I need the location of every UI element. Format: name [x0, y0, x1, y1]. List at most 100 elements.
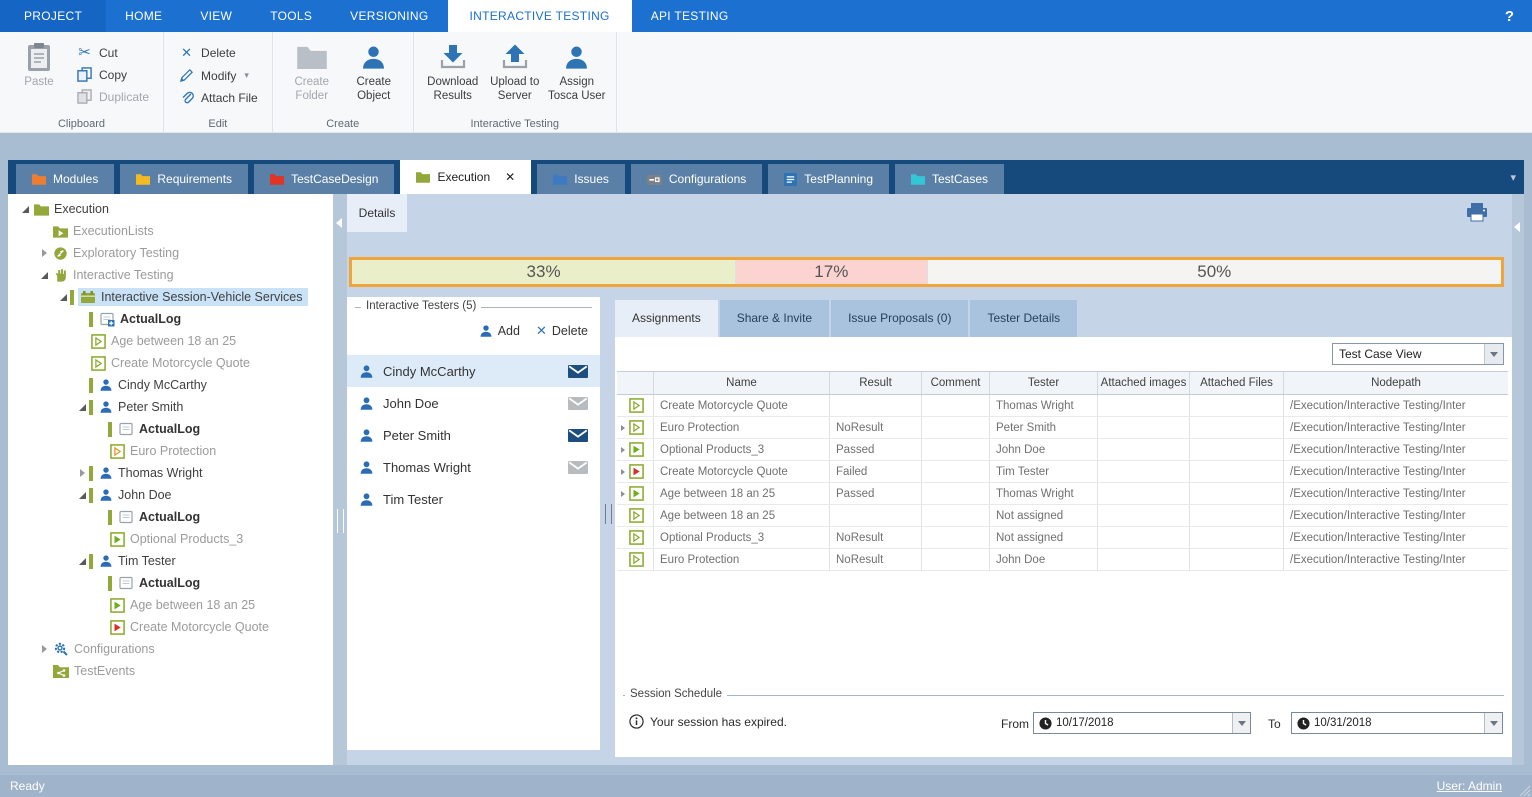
tree-item-john-doe[interactable]: John Doe — [8, 484, 333, 506]
tree-item-create-motorcycle-quote[interactable]: Create Motorcycle Quote — [8, 352, 333, 374]
tree-item-testevents[interactable]: TestEvents — [8, 660, 333, 682]
tab-execution[interactable]: Execution✕ — [400, 160, 531, 194]
from-dropdown-arrow[interactable] — [1232, 713, 1250, 733]
table-row[interactable]: Age between 18 an 25Not assigned/Executi… — [617, 505, 1508, 527]
table-row[interactable]: Euro ProtectionNoResultPeter Smith/Execu… — [617, 417, 1508, 439]
tester-item-tim-tester[interactable]: Tim Tester — [347, 483, 600, 515]
column-header-name[interactable]: Name — [654, 372, 830, 394]
resize-grip[interactable] — [1518, 784, 1530, 796]
row-expander-icon[interactable] — [617, 447, 629, 453]
table-row[interactable]: Euro ProtectionNoResultJohn Doe/Executio… — [617, 549, 1508, 571]
table-row[interactable]: Optional Products_3NoResultNot assigned/… — [617, 527, 1508, 549]
to-date-picker[interactable]: 10/31/2018 — [1291, 712, 1503, 734]
tree-item-age-between-18-an-25[interactable]: Age between 18 an 25 — [8, 594, 333, 616]
expander-open-icon[interactable] — [75, 558, 89, 565]
help-button[interactable]: ? — [1487, 0, 1532, 32]
table-row[interactable]: Optional Products_3PassedJohn Doe/Execut… — [617, 439, 1508, 461]
menu-tab-versioning[interactable]: VERSIONING — [331, 0, 447, 32]
column-header-comment[interactable]: Comment — [922, 372, 990, 394]
tree-item-optional-products-3[interactable]: Optional Products_3 — [8, 528, 333, 550]
table-row[interactable]: Age between 18 an 25PassedThomas Wright/… — [617, 483, 1508, 505]
tree-item-actuallog[interactable]: ActualLog — [8, 506, 333, 528]
expander-open-icon[interactable] — [75, 492, 89, 499]
row-expander-icon[interactable] — [617, 425, 629, 431]
tester-item-thomas-wright[interactable]: Thomas Wright — [347, 451, 600, 483]
column-header-attached-images[interactable]: Attached images — [1098, 372, 1190, 394]
add-tester-button[interactable]: Add — [479, 324, 520, 338]
collapse-left-icon[interactable] — [1514, 222, 1520, 232]
expander-open-icon[interactable] — [18, 206, 32, 213]
expander-closed-icon[interactable] — [75, 469, 89, 477]
tab-share-invite[interactable]: Share & Invite — [720, 300, 829, 337]
expander-closed-icon[interactable] — [37, 645, 51, 653]
to-dropdown-arrow[interactable] — [1484, 713, 1502, 733]
tree-item-executionlists[interactable]: ExecutionLists — [8, 220, 333, 242]
tree-item-cindy-mccarthy[interactable]: Cindy McCarthy — [8, 374, 333, 396]
column-header-tester[interactable]: Tester — [990, 372, 1098, 394]
tab-issues[interactable]: Issues — [537, 164, 625, 194]
tree-item-execution[interactable]: Execution — [8, 198, 333, 220]
view-selector-dropdown[interactable]: Test Case View — [1332, 343, 1504, 365]
download-results-button[interactable]: Download Results — [422, 37, 484, 117]
splitter-grip[interactable] — [337, 509, 344, 533]
collapse-left-icon[interactable] — [336, 218, 342, 228]
tab-tester-details[interactable]: Tester Details — [970, 300, 1077, 337]
tree-item-interactive-testing[interactable]: Interactive Testing — [8, 264, 333, 286]
menu-tab-interactive-testing[interactable]: INTERACTIVE TESTING — [448, 0, 632, 32]
tab-modules[interactable]: Modules — [16, 164, 114, 194]
tree-item-interactive-session-vehicle-services[interactable]: Interactive Session-Vehicle Services — [8, 286, 333, 308]
menu-tab-home[interactable]: HOME — [106, 0, 181, 32]
user-admin-link[interactable]: User: Admin — [1437, 779, 1502, 793]
right-collapse-strip[interactable] — [1512, 194, 1524, 765]
tree-item-actuallog[interactable]: ActualLog — [8, 308, 333, 330]
menu-tab-view[interactable]: VIEW — [181, 0, 251, 32]
tree-splitter[interactable] — [333, 194, 347, 765]
expander-open-icon[interactable] — [75, 404, 89, 411]
close-icon[interactable]: ✕ — [505, 170, 515, 184]
tree-item-actuallog[interactable]: ActualLog — [8, 572, 333, 594]
tree-item-exploratory-testing[interactable]: Exploratory Testing — [8, 242, 333, 264]
tester-item-cindy-mccarthy[interactable]: Cindy McCarthy — [347, 355, 600, 387]
delete-button[interactable]: ✕Delete — [172, 43, 264, 63]
modify-button[interactable]: Modify▾ — [172, 66, 264, 85]
expander-closed-icon[interactable] — [37, 249, 51, 257]
menu-tab-api-testing[interactable]: API TESTING — [632, 0, 748, 32]
tree-item-configurations[interactable]: Configurations — [8, 638, 333, 660]
tab-configurations[interactable]: Configurations — [631, 164, 762, 194]
print-button[interactable] — [1465, 202, 1489, 227]
table-row[interactable]: Create Motorcycle QuoteFailedTim Tester/… — [617, 461, 1508, 483]
table-row[interactable]: Create Motorcycle QuoteThomas Wright/Exe… — [617, 395, 1508, 417]
tree-item-age-between-18-an-25[interactable]: Age between 18 an 25 — [8, 330, 333, 352]
tree-item-peter-smith[interactable]: Peter Smith — [8, 396, 333, 418]
cut-button[interactable]: ✂Cut — [70, 43, 155, 62]
delete-tester-button[interactable]: ✕ Delete — [536, 323, 588, 339]
panel-splitter-grip[interactable] — [605, 504, 612, 524]
tree-item-thomas-wright[interactable]: Thomas Wright — [8, 462, 333, 484]
tree-item-euro-protection[interactable]: Euro Protection — [8, 440, 333, 462]
dropdown-arrow[interactable] — [1484, 344, 1503, 364]
row-expander-icon[interactable] — [617, 491, 629, 497]
menu-tab-tools[interactable]: TOOLS — [251, 0, 331, 32]
tab-assignments[interactable]: Assignments — [615, 300, 718, 337]
copy-button[interactable]: Copy — [70, 65, 155, 84]
tab-testcasedesign[interactable]: TestCaseDesign — [254, 164, 394, 194]
tree-item-tim-tester[interactable]: Tim Tester — [8, 550, 333, 572]
expander-open-icon[interactable] — [56, 294, 70, 301]
create-object-button[interactable]: Create Object — [343, 37, 405, 117]
menu-tab-project[interactable]: PROJECT — [0, 0, 106, 32]
upload-to-server-button[interactable]: Upload to Server — [484, 37, 546, 117]
column-header-nodepath[interactable]: Nodepath — [1284, 372, 1508, 394]
attach-file-button[interactable]: Attach File — [172, 88, 264, 107]
column-header-attached-files[interactable]: Attached Files — [1190, 372, 1284, 394]
assign-tosca-user-button[interactable]: Assign Tosca User — [546, 37, 608, 117]
tester-item-john-doe[interactable]: John Doe — [347, 387, 600, 419]
column-header-result[interactable]: Result — [830, 372, 922, 394]
row-expander-icon[interactable] — [617, 469, 629, 475]
from-date-picker[interactable]: 10/17/2018 — [1033, 712, 1251, 734]
tree-item-create-motorcycle-quote[interactable]: Create Motorcycle Quote — [8, 616, 333, 638]
tester-item-peter-smith[interactable]: Peter Smith — [347, 419, 600, 451]
tab-testcases[interactable]: TestCases — [895, 164, 1004, 194]
tree-item-actuallog[interactable]: ActualLog — [8, 418, 333, 440]
tab-requirements[interactable]: Requirements — [120, 164, 248, 194]
expander-open-icon[interactable] — [37, 272, 51, 279]
